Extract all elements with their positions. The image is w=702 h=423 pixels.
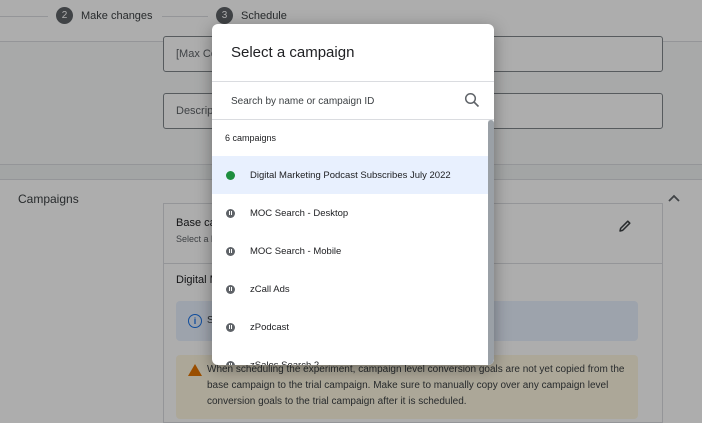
paused-status-icon xyxy=(226,208,235,218)
campaign-search-input[interactable] xyxy=(231,92,451,110)
campaign-option[interactable]: Digital Marketing Podcast Subscribes Jul… xyxy=(212,156,488,194)
campaign-count: 6 campaigns xyxy=(225,133,277,143)
campaign-option-label: zSales Search 2 xyxy=(250,359,320,366)
paused-status-icon xyxy=(226,246,235,256)
campaign-option-label: MOC Search - Desktop xyxy=(250,207,349,219)
campaign-list: Digital Marketing Podcast Subscribes Jul… xyxy=(212,156,488,365)
search-icon[interactable] xyxy=(464,92,480,108)
campaign-search-bar xyxy=(212,81,494,120)
campaign-option[interactable]: zSales Search 2 xyxy=(212,346,488,365)
campaign-option[interactable]: zCall Ads xyxy=(212,270,488,308)
campaign-option-label: zPodcast xyxy=(250,321,290,333)
campaign-option[interactable]: zPodcast xyxy=(212,308,488,346)
campaign-option[interactable]: MOC Search - Desktop xyxy=(212,194,488,232)
campaign-option-label: MOC Search - Mobile xyxy=(250,245,342,257)
dialog-title: Select a campaign xyxy=(231,44,355,61)
paused-status-icon xyxy=(226,360,235,365)
campaign-option[interactable]: MOC Search - Mobile xyxy=(212,232,488,270)
select-campaign-dialog: Select a campaign 6 campaigns Digital Ma… xyxy=(212,24,494,365)
enabled-status-icon xyxy=(226,170,235,180)
paused-status-icon xyxy=(226,284,235,294)
paused-status-icon xyxy=(226,322,235,332)
campaign-option-label: Digital Marketing Podcast Subscribes Jul… xyxy=(250,169,451,181)
scrollbar-thumb[interactable] xyxy=(488,120,494,365)
campaign-option-label: zCall Ads xyxy=(250,283,290,295)
